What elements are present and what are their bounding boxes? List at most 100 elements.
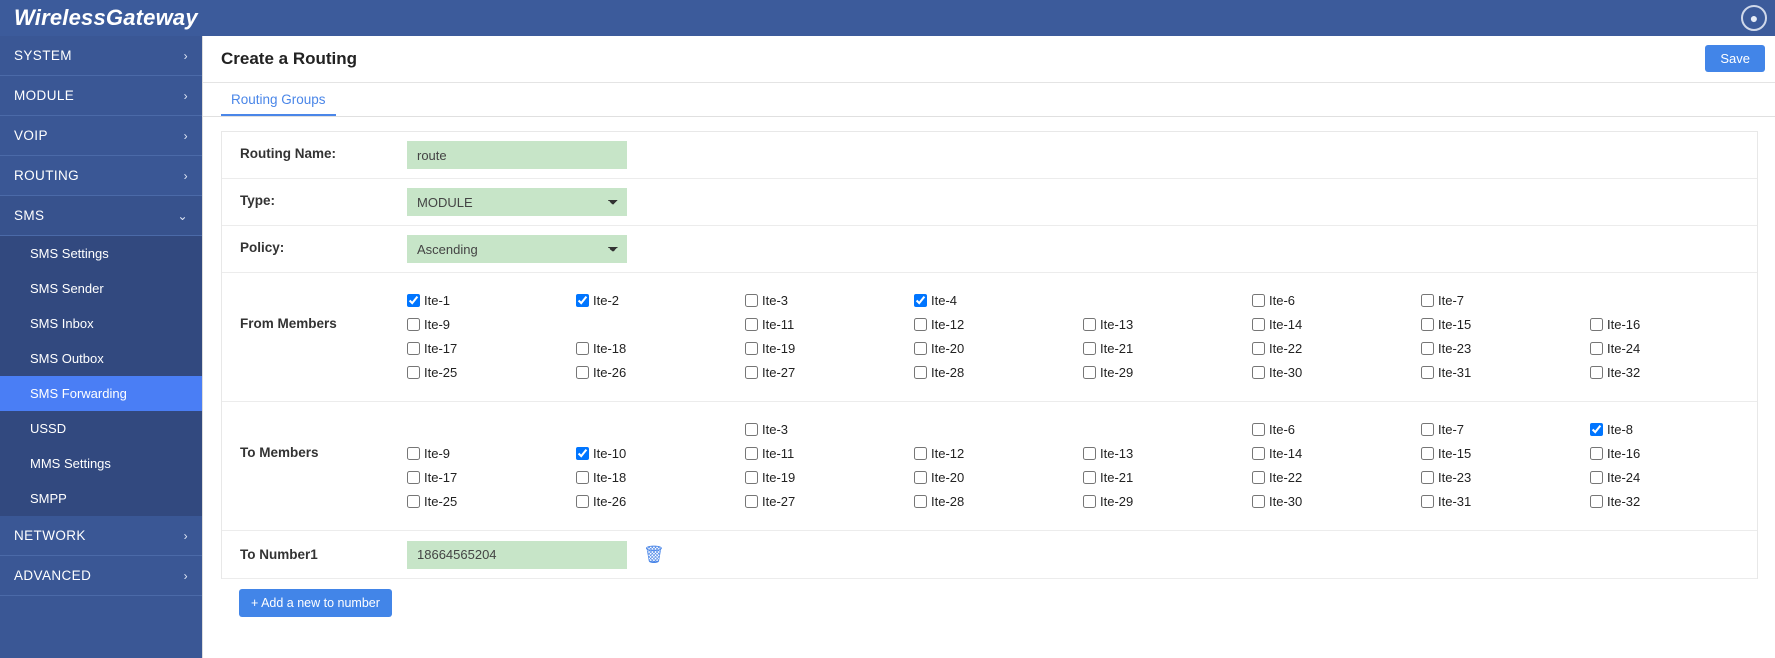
sidebar-subitem-ussd[interactable]: USSD — [0, 411, 202, 446]
to-member-checkbox[interactable] — [745, 422, 758, 436]
to-member-cell[interactable]: Ite-6 — [1252, 417, 1421, 441]
to-member-cell[interactable]: Ite-29 — [1083, 489, 1252, 513]
user-circle-icon[interactable]: ● — [1741, 5, 1767, 31]
to-member-cell[interactable]: Ite-16 — [1590, 441, 1759, 465]
from-member-label[interactable]: Ite-13 — [1100, 317, 1133, 332]
from-member-cell[interactable]: Ite-23 — [1421, 336, 1590, 360]
to-member-label[interactable]: Ite-22 — [1269, 470, 1302, 485]
from-member-cell[interactable]: Ite-21 — [1083, 336, 1252, 360]
from-member-cell[interactable]: Ite-11 — [745, 312, 914, 336]
to-member-cell[interactable]: Ite-22 — [1252, 465, 1421, 489]
from-member-checkbox[interactable] — [1590, 317, 1603, 331]
from-member-cell[interactable]: Ite-32 — [1590, 360, 1759, 384]
to-member-label[interactable]: Ite-23 — [1438, 470, 1471, 485]
from-member-cell[interactable]: Ite-28 — [914, 360, 1083, 384]
to-member-label[interactable]: Ite-12 — [931, 446, 964, 461]
from-member-checkbox[interactable] — [407, 341, 420, 355]
sidebar-subitem-sms-outbox[interactable]: SMS Outbox — [0, 341, 202, 376]
from-member-label[interactable]: Ite-11 — [762, 317, 794, 332]
from-member-cell[interactable]: Ite-9 — [407, 312, 576, 336]
to-member-label[interactable]: Ite-11 — [762, 446, 794, 461]
from-member-cell[interactable]: Ite-2 — [576, 288, 745, 312]
to-member-checkbox[interactable] — [745, 446, 758, 460]
to-member-label[interactable]: Ite-32 — [1607, 494, 1640, 509]
to-member-cell[interactable]: Ite-24 — [1590, 465, 1759, 489]
from-member-checkbox[interactable] — [745, 341, 758, 355]
from-member-label[interactable]: Ite-27 — [762, 365, 795, 380]
to-member-checkbox[interactable] — [1083, 470, 1096, 484]
to-member-cell[interactable]: Ite-3 — [745, 417, 914, 441]
to-member-cell[interactable]: Ite-19 — [745, 465, 914, 489]
to-member-checkbox[interactable] — [1590, 470, 1603, 484]
from-member-checkbox[interactable] — [407, 293, 420, 307]
from-member-checkbox[interactable] — [407, 365, 420, 379]
to-member-cell[interactable]: Ite-30 — [1252, 489, 1421, 513]
to-member-checkbox[interactable] — [407, 446, 420, 460]
to-member-cell[interactable]: Ite-26 — [576, 489, 745, 513]
to-member-cell[interactable]: Ite-15 — [1421, 441, 1590, 465]
sidebar-item-system[interactable]: SYSTEM › — [0, 36, 202, 76]
to-member-label[interactable]: Ite-10 — [593, 446, 626, 461]
from-member-label[interactable]: Ite-28 — [931, 365, 964, 380]
from-member-label[interactable]: Ite-17 — [424, 341, 457, 356]
sidebar-item-voip[interactable]: VOIP › — [0, 116, 202, 156]
to-member-label[interactable]: Ite-24 — [1607, 470, 1640, 485]
to-member-cell[interactable]: Ite-10 — [576, 441, 745, 465]
to-member-cell[interactable]: Ite-20 — [914, 465, 1083, 489]
to-member-label[interactable]: Ite-31 — [1438, 494, 1471, 509]
from-member-label[interactable]: Ite-25 — [424, 365, 457, 380]
to-member-cell[interactable]: Ite-27 — [745, 489, 914, 513]
to-number-input[interactable] — [407, 540, 627, 569]
from-member-cell[interactable]: Ite-3 — [745, 288, 914, 312]
sidebar-item-sms[interactable]: SMS ⌄ — [0, 196, 202, 236]
from-member-checkbox[interactable] — [1590, 341, 1603, 355]
to-member-label[interactable]: Ite-13 — [1100, 446, 1133, 461]
from-member-checkbox[interactable] — [914, 365, 927, 379]
to-member-label[interactable]: Ite-8 — [1607, 422, 1633, 437]
to-member-checkbox[interactable] — [1421, 446, 1434, 460]
from-member-label[interactable]: Ite-9 — [424, 317, 450, 332]
from-member-cell[interactable]: Ite-29 — [1083, 360, 1252, 384]
from-member-label[interactable]: Ite-2 — [593, 293, 619, 308]
to-member-label[interactable]: Ite-15 — [1438, 446, 1471, 461]
to-member-checkbox[interactable] — [914, 470, 927, 484]
from-member-checkbox[interactable] — [745, 293, 758, 307]
from-member-checkbox[interactable] — [576, 365, 589, 379]
sidebar-subitem-smpp[interactable]: SMPP — [0, 481, 202, 516]
add-new-to-number-button[interactable]: + Add a new to number — [239, 589, 392, 617]
from-member-checkbox[interactable] — [1252, 341, 1265, 355]
to-member-cell[interactable]: Ite-14 — [1252, 441, 1421, 465]
from-member-checkbox[interactable] — [1252, 293, 1265, 307]
from-member-cell[interactable]: Ite-16 — [1590, 312, 1759, 336]
from-member-cell[interactable]: Ite-4 — [914, 288, 1083, 312]
to-member-label[interactable]: Ite-16 — [1607, 446, 1640, 461]
from-member-cell[interactable]: Ite-15 — [1421, 312, 1590, 336]
from-member-label[interactable]: Ite-3 — [762, 293, 788, 308]
save-button[interactable]: Save — [1705, 45, 1765, 72]
to-member-checkbox[interactable] — [1252, 494, 1265, 508]
from-member-checkbox[interactable] — [745, 317, 758, 331]
from-member-label[interactable]: Ite-1 — [424, 293, 450, 308]
from-member-cell[interactable]: Ite-25 — [407, 360, 576, 384]
sidebar-subitem-sms-sender[interactable]: SMS Sender — [0, 271, 202, 306]
sidebar-item-advanced[interactable]: ADVANCED › — [0, 556, 202, 596]
from-member-label[interactable]: Ite-15 — [1438, 317, 1471, 332]
to-member-label[interactable]: Ite-25 — [424, 494, 457, 509]
from-member-label[interactable]: Ite-32 — [1607, 365, 1640, 380]
to-member-checkbox[interactable] — [1590, 446, 1603, 460]
from-member-checkbox[interactable] — [745, 365, 758, 379]
trash-icon[interactable]: 🗑 — [643, 546, 665, 563]
from-member-cell[interactable]: Ite-1 — [407, 288, 576, 312]
to-member-cell[interactable]: Ite-18 — [576, 465, 745, 489]
from-member-cell[interactable]: Ite-12 — [914, 312, 1083, 336]
to-member-label[interactable]: Ite-19 — [762, 470, 795, 485]
to-member-checkbox[interactable] — [576, 494, 589, 508]
to-member-checkbox[interactable] — [576, 446, 589, 460]
from-member-label[interactable]: Ite-31 — [1438, 365, 1471, 380]
from-member-cell[interactable]: Ite-6 — [1252, 288, 1421, 312]
to-member-checkbox[interactable] — [914, 446, 927, 460]
routing-name-input[interactable] — [407, 141, 627, 169]
to-member-label[interactable]: Ite-18 — [593, 470, 626, 485]
to-member-checkbox[interactable] — [1590, 494, 1603, 508]
to-member-label[interactable]: Ite-9 — [424, 446, 450, 461]
